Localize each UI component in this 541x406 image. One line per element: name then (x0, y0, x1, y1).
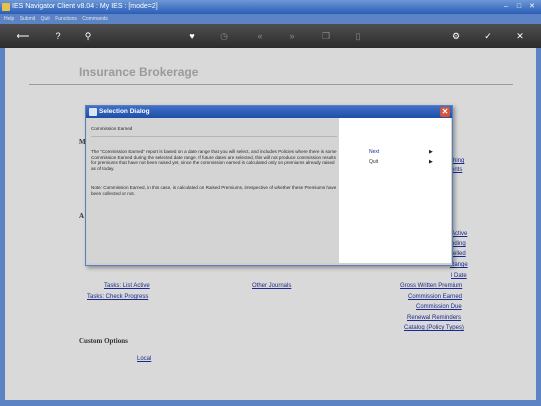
link-local[interactable]: Local (137, 356, 151, 362)
page-icon[interactable]: ▯ (352, 30, 364, 42)
link-commission-due[interactable]: Commission Due (416, 304, 462, 310)
next-option[interactable]: Next (369, 149, 379, 155)
link-active[interactable]: Active (451, 231, 467, 237)
bottom-border (0, 400, 541, 406)
title-bar: IES Navigator Client v8.04 : My IES : [m… (0, 0, 541, 14)
app-window: IES Navigator Client v8.04 : My IES : [m… (0, 0, 541, 406)
clock-icon[interactable]: ◷ (218, 30, 230, 42)
link-tasks-list-active[interactable]: Tasks: List Active (104, 283, 150, 289)
close-icon[interactable]: ✕ (514, 30, 526, 42)
menu-submit[interactable]: Submit (20, 16, 36, 22)
window-title: IES Navigator Client v8.04 : My IES : [m… (12, 3, 158, 10)
custom-options-heading: Custom Options (79, 337, 128, 345)
menu-commands[interactable]: Commands (82, 16, 108, 22)
dialog-subtitle: Commission Earned (91, 126, 133, 131)
heart-icon[interactable]: ♥ (186, 30, 198, 42)
link-commission-earned[interactable]: Commission Earned (408, 294, 462, 300)
dialog-options-panel: Next ▶ Quit ▶ (339, 118, 451, 263)
menu-help[interactable]: Help (4, 16, 14, 22)
menu-quit[interactable]: Quit (41, 16, 50, 22)
link-renewal-reminders[interactable]: Renewal Reminders (407, 315, 461, 321)
maximize-icon[interactable]: □ (514, 2, 524, 11)
dialog-divider (91, 136, 337, 137)
app-icon (2, 3, 10, 11)
rewind-icon[interactable]: « (254, 30, 266, 42)
link-pending[interactable]: nding (451, 241, 466, 247)
link-catalog-policy-types[interactable]: Catalog (Policy Types) (404, 325, 464, 331)
right-border (536, 48, 541, 400)
link-other-journals[interactable]: Other Journals (252, 283, 291, 289)
search-icon[interactable]: ⚲ (82, 30, 94, 42)
link-gross-written-premium[interactable]: Gross Written Premium (400, 283, 462, 289)
quit-arrow-icon: ▶ (429, 159, 433, 165)
dialog-title: Selection Dialog (99, 108, 150, 115)
window-controls: – □ ✕ (501, 2, 537, 11)
selection-dialog: Selection Dialog ✕ Commission Earned The… (85, 105, 453, 266)
check-icon[interactable]: ✓ (482, 30, 494, 42)
copy-icon[interactable]: ❐ (320, 30, 332, 42)
menu-bar: Help Submit Quit Functions Commands (0, 14, 541, 24)
dialog-paragraph-1: The "Commission Earned" report is based … (91, 149, 337, 171)
section-a: A (79, 212, 85, 220)
link-tasks-check-progress[interactable]: Tasks: Check Progress (87, 294, 148, 300)
menu-functions[interactable]: Functions (55, 16, 77, 22)
close-window-icon[interactable]: ✕ (527, 2, 537, 11)
next-arrow-icon: ▶ (429, 149, 433, 155)
settings-icon[interactable]: ⚙ (450, 30, 462, 42)
dialog-close-icon[interactable]: ✕ (440, 107, 450, 117)
dialog-paragraph-2: Note: Commission Earned, in this case, i… (91, 185, 337, 196)
dialog-title-bar: Selection Dialog ✕ (86, 106, 452, 118)
page-title: Insurance Brokerage (79, 65, 199, 79)
help-icon[interactable]: ? (52, 30, 64, 42)
dialog-icon (89, 108, 97, 116)
quit-option[interactable]: Quit (369, 159, 378, 165)
dialog-body: Commission Earned The "Commission Earned… (87, 118, 339, 263)
title-divider (29, 84, 513, 85)
toolbar: ⟵ ? ⚲ ♥ ◷ « » ❐ ▯ ⚙ ✓ ✕ (0, 24, 541, 48)
minimize-icon[interactable]: – (501, 2, 511, 11)
forward-icon[interactable]: » (286, 30, 298, 42)
link-date[interactable]: l Date (451, 273, 467, 279)
back-icon[interactable]: ⟵ (14, 30, 32, 42)
